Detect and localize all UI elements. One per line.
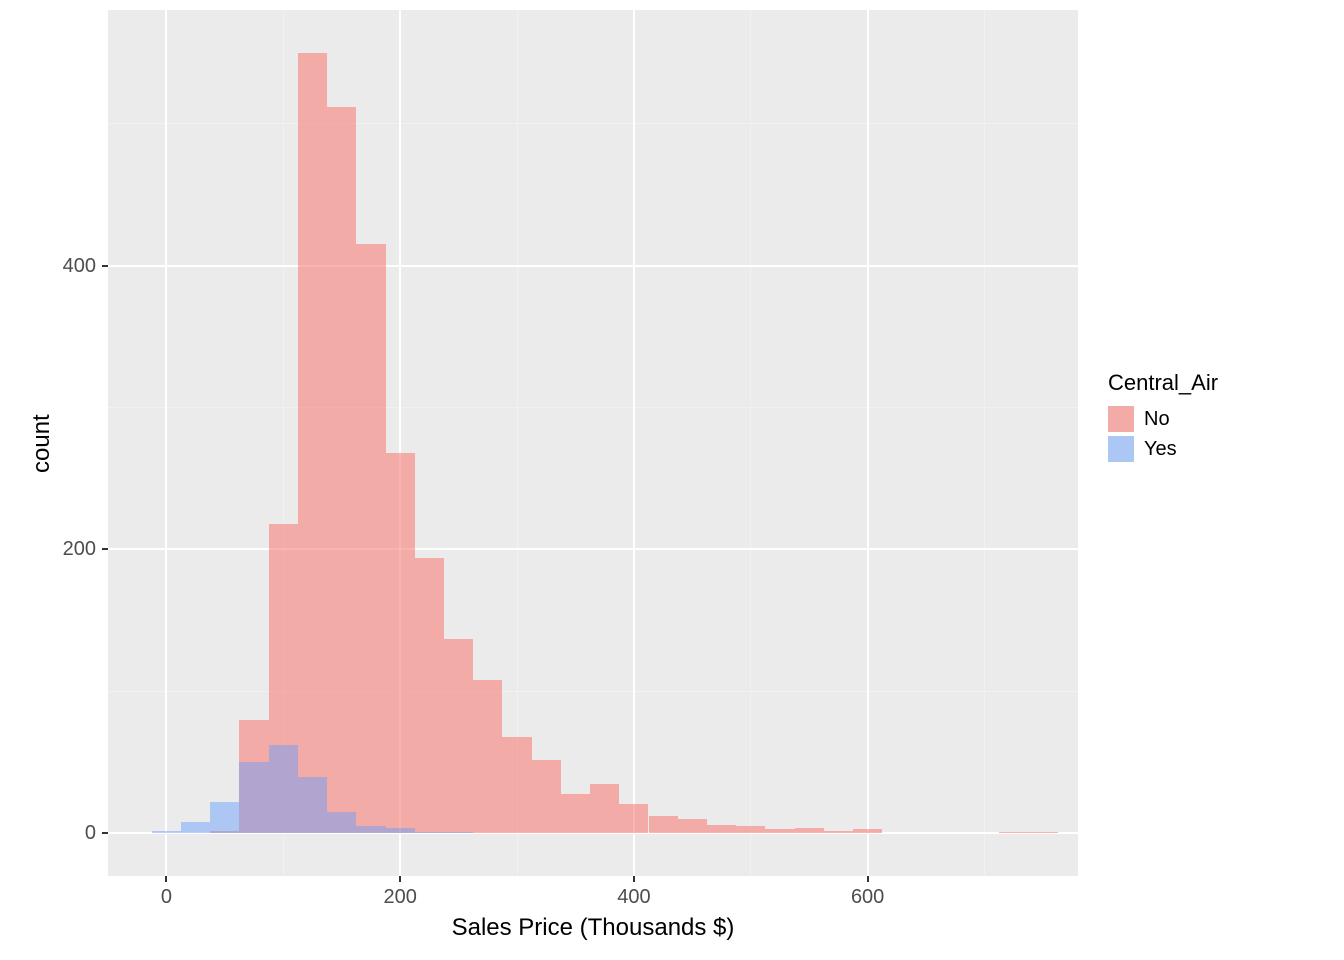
histogram-bar (678, 819, 707, 833)
histogram-bar (649, 816, 678, 833)
histogram-bar (824, 831, 853, 834)
legend: Central_Air No Yes (1108, 370, 1218, 464)
legend-item: No (1108, 406, 1218, 432)
histogram-bar (415, 558, 444, 833)
histogram-bar (269, 745, 298, 833)
histogram-bar (707, 825, 736, 834)
histogram-chart: Sales Price (Thousands $) count Central_… (0, 0, 1344, 960)
histogram-bar (386, 453, 415, 833)
histogram-bar (327, 107, 356, 834)
histogram-bar (619, 804, 648, 834)
x-tick (165, 876, 167, 882)
histogram-bar (853, 829, 882, 833)
y-tick (102, 832, 108, 834)
histogram-bar (181, 822, 210, 833)
histogram-bar (1028, 832, 1057, 833)
legend-title: Central_Air (1108, 370, 1218, 396)
x-tick-label: 0 (146, 886, 186, 909)
histogram-bar (999, 832, 1028, 833)
histogram-bar (239, 762, 268, 833)
y-tick (102, 548, 108, 550)
histogram-bar (444, 832, 473, 833)
histogram-bar (356, 826, 385, 833)
y-tick-label: 400 (36, 255, 96, 278)
histogram-bar (210, 802, 239, 833)
histogram-bar (415, 832, 444, 833)
histogram-bar (532, 760, 561, 834)
legend-item: Yes (1108, 436, 1218, 462)
y-tick-label: 200 (36, 538, 96, 561)
histogram-bar (356, 244, 385, 833)
x-tick (867, 876, 869, 882)
histogram-bar (386, 828, 415, 834)
x-tick-label: 400 (614, 886, 654, 909)
legend-key (1108, 406, 1134, 432)
x-tick-label: 600 (848, 886, 888, 909)
histogram-bar (298, 53, 327, 834)
histogram-bar (795, 828, 824, 834)
legend-key (1108, 436, 1134, 462)
y-tick (102, 265, 108, 267)
histogram-bar (444, 639, 473, 833)
histogram-bar (298, 777, 327, 834)
histogram-bar (590, 784, 619, 834)
histogram-bar (327, 812, 356, 833)
histogram-bar (152, 831, 181, 834)
x-tick-label: 200 (380, 886, 420, 909)
histogram-bar (736, 826, 765, 833)
y-tick-label: 0 (36, 822, 96, 845)
histogram-bar (473, 680, 502, 833)
histogram-bar (561, 794, 590, 834)
legend-label: Yes (1144, 438, 1177, 461)
x-tick (633, 876, 635, 882)
x-axis-label: Sales Price (Thousands $) (443, 914, 743, 942)
histogram-bar (765, 829, 794, 833)
y-axis-label: count (28, 414, 56, 473)
x-tick (399, 876, 401, 882)
bars-layer (108, 10, 1078, 876)
legend-label: No (1144, 408, 1170, 431)
histogram-bar (502, 737, 531, 834)
